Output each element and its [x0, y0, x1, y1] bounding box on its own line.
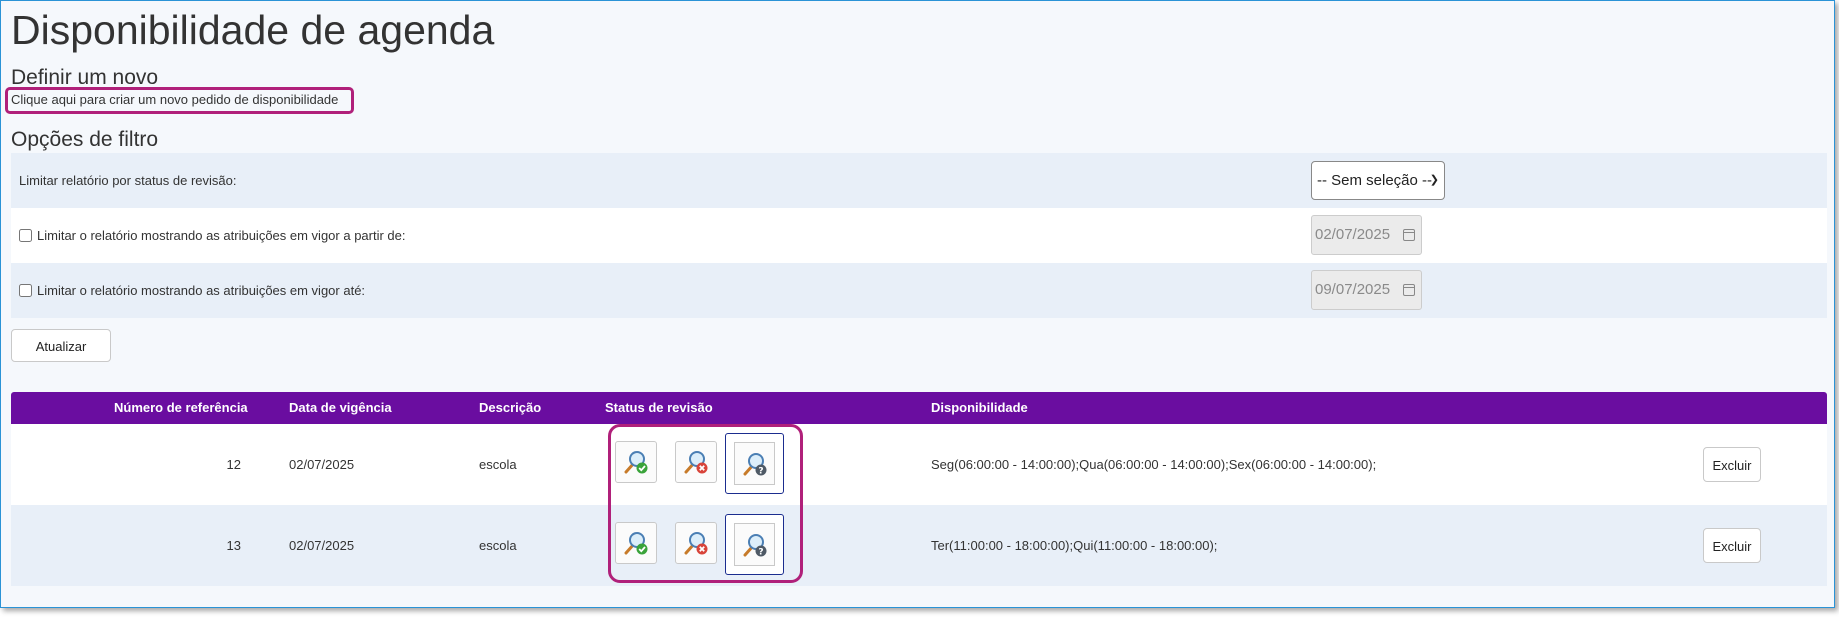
table-row: 12 02/07/2025 escola ? Seg(06:00:00 - 14…	[11, 424, 1827, 505]
ref-cell: 12	[226, 457, 241, 472]
calendar-icon[interactable]	[1403, 229, 1415, 241]
ref-cell: 13	[226, 538, 241, 553]
availability-cell: Seg(06:00:00 - 14:00:00);Qua(06:00:00 - …	[931, 457, 1377, 472]
col-date: Data de vigência	[289, 400, 392, 415]
update-button[interactable]: Atualizar	[11, 329, 111, 362]
from-filter-label: Limitar o relatório mostrando as atribui…	[37, 228, 406, 243]
page-title: Disponibilidade de agenda	[11, 7, 495, 53]
delete-button[interactable]: Excluir	[1703, 447, 1761, 482]
status-select[interactable]: -- Sem seleção -- ❯	[1311, 161, 1445, 200]
desc-cell: escola	[479, 538, 517, 553]
from-filter: Limitar o relatório mostrando as atribui…	[19, 208, 406, 263]
from-date-value: 02/07/2025	[1315, 226, 1391, 243]
table-header: Número de referência Data de vigência De…	[11, 392, 1827, 424]
until-checkbox[interactable]	[19, 284, 32, 297]
status-filter-label: Limitar relatório por status de revisão:	[19, 173, 237, 188]
until-date-value: 09/07/2025	[1315, 281, 1391, 298]
filter-heading: Opções de filtro	[11, 128, 159, 151]
from-checkbox[interactable]	[19, 229, 32, 242]
desc-cell: escola	[479, 457, 517, 472]
col-availability: Disponibilidade	[931, 400, 1028, 415]
date-cell: 02/07/2025	[289, 457, 355, 472]
until-filter: Limitar o relatório mostrando as atribui…	[19, 263, 365, 318]
col-ref: Número de referência	[114, 400, 248, 415]
chevron-down-icon: ❯	[1429, 174, 1439, 186]
app-window: Disponibilidade de agenda Definir um nov…	[0, 0, 1835, 608]
until-filter-label: Limitar o relatório mostrando as atribui…	[37, 283, 366, 298]
availability-cell: Ter(11:00:00 - 18:00:00);Qui(11:00:00 - …	[931, 538, 1218, 553]
calendar-icon[interactable]	[1403, 284, 1415, 296]
filter-row-from: Limitar o relatório mostrando as atribui…	[11, 208, 1827, 263]
filter-row-status: Limitar relatório por status de revisão:…	[11, 153, 1827, 208]
status-select-value: -- Sem seleção --	[1317, 172, 1433, 189]
link-highlight-box	[5, 87, 354, 114]
delete-button[interactable]: Excluir	[1703, 528, 1761, 563]
col-desc: Descrição	[479, 400, 542, 415]
status-highlight-box	[608, 424, 803, 583]
table-row: 13 02/07/2025 escola ? Ter(11:00:00 - 18…	[11, 505, 1827, 586]
date-cell: 02/07/2025	[289, 538, 355, 553]
col-status: Status de revisão	[605, 400, 713, 415]
until-date-input[interactable]: 09/07/2025	[1311, 270, 1422, 310]
from-date-input[interactable]: 02/07/2025	[1311, 215, 1422, 255]
filter-row-until: Limitar o relatório mostrando as atribui…	[11, 263, 1827, 318]
